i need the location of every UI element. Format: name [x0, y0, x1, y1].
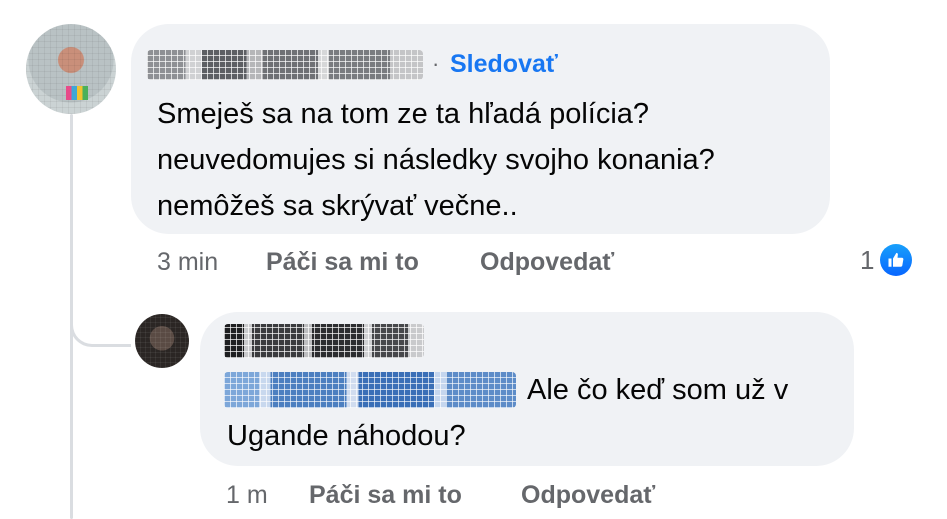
avatar-badge: [66, 86, 88, 100]
reaction-summary[interactable]: 1: [860, 244, 913, 276]
comment-timestamp[interactable]: 3 min: [157, 248, 218, 277]
separator-dot: ·: [432, 51, 440, 76]
reply-timestamp[interactable]: 1 m: [226, 481, 268, 510]
like-button[interactable]: Páči sa mi to: [309, 481, 462, 510]
comment-text-line: neuvedomujes si následky svojho konania?: [157, 144, 715, 176]
comment-text-line: nemôžeš sa skrývať večne..: [157, 190, 518, 222]
follow-button[interactable]: Sledovať: [450, 50, 558, 79]
author-name-redacted[interactable]: [224, 324, 424, 358]
comment-text: Smeješ sa na tom ze ta hľadá polícia? ne…: [157, 91, 715, 229]
comment-text-line: Smeješ sa na tom ze ta hľadá polícia?: [157, 98, 650, 130]
avatar[interactable]: [135, 314, 189, 368]
reaction-count: 1: [860, 244, 875, 275]
mention-tag-redacted[interactable]: [224, 372, 516, 408]
thread-branch-connector: [70, 286, 131, 347]
like-button[interactable]: Páči sa mi to: [266, 248, 419, 277]
reply-button[interactable]: Odpovedať: [521, 481, 655, 510]
reply-button[interactable]: Odpovedať: [480, 248, 614, 277]
thumbs-up-icon: [880, 244, 913, 276]
author-name-redacted[interactable]: [147, 50, 423, 80]
reply-text-line: Ugande náhodou?: [227, 420, 466, 452]
avatar[interactable]: [26, 24, 116, 114]
reply-text-line: Ale čo keď som už v: [527, 374, 789, 406]
